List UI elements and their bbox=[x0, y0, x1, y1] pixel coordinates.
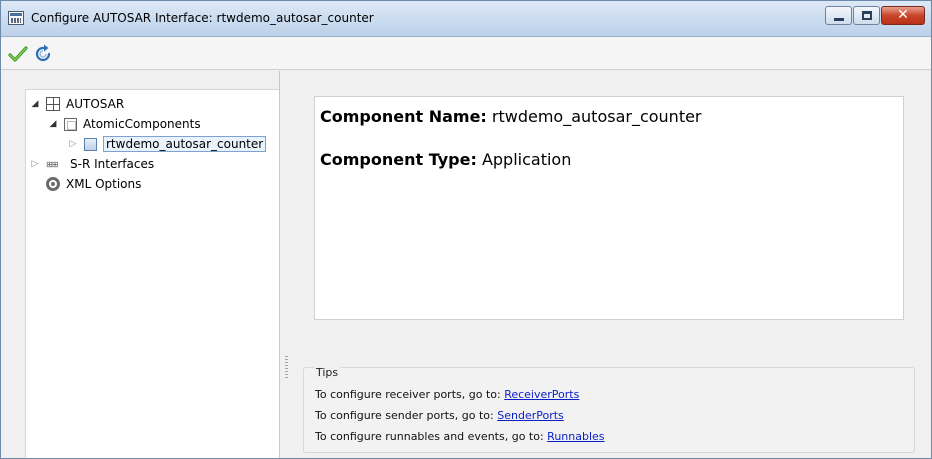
grid-icon bbox=[46, 97, 60, 111]
component-type-label: Component Type: bbox=[320, 150, 477, 169]
component-info-box: Component Name: rtwdemo_autosar_counter … bbox=[314, 96, 904, 320]
component-name-label: Component Name: bbox=[320, 107, 487, 126]
maximize-icon bbox=[862, 11, 872, 20]
component-name-row: Component Name: rtwdemo_autosar_counter bbox=[320, 107, 702, 126]
details-panel: Component Name: rtwdemo_autosar_counter … bbox=[281, 71, 931, 458]
tree-node-atomic-components[interactable]: ◢ AtomicComponents bbox=[48, 114, 201, 134]
interfaces-icon: ⊞⊞ bbox=[46, 159, 58, 169]
component-name-value: rtwdemo_autosar_counter bbox=[491, 107, 702, 126]
gear-icon bbox=[46, 177, 60, 191]
package-icon bbox=[64, 117, 77, 131]
collapsed-arrow-icon[interactable]: ▷ bbox=[30, 159, 40, 169]
tips-group: Tips To configure receiver ports, go to:… bbox=[303, 366, 915, 453]
tree-node-label: XML Options bbox=[66, 177, 142, 191]
component-icon bbox=[84, 137, 97, 151]
tree-node-component[interactable]: ▷ rtwdemo_autosar_counter bbox=[68, 134, 267, 154]
minimize-button[interactable] bbox=[825, 6, 852, 25]
minimize-icon bbox=[834, 18, 844, 21]
component-type-value: Application bbox=[481, 150, 572, 169]
title-bar[interactable]: Configure AUTOSAR Interface: rtwdemo_aut… bbox=[1, 1, 931, 37]
checkmark-icon bbox=[8, 46, 28, 62]
tree-node-autosar[interactable]: ◢ AUTOSAR bbox=[30, 94, 124, 114]
configure-autosar-window: Configure AUTOSAR Interface: rtwdemo_aut… bbox=[0, 0, 932, 459]
tree-node-label: rtwdemo_autosar_counter bbox=[103, 136, 267, 152]
tip-text: To configure sender ports, go to: bbox=[315, 409, 494, 422]
maximize-button[interactable] bbox=[853, 6, 880, 25]
tip-text: To configure runnables and events, go to… bbox=[315, 430, 544, 443]
apply-button[interactable] bbox=[7, 43, 29, 65]
refresh-icon bbox=[35, 44, 51, 62]
tip-sender-ports: To configure sender ports, go to: Sender… bbox=[315, 409, 564, 422]
window-controls: ✕ bbox=[824, 6, 925, 25]
tree-node-xml-options[interactable]: XML Options bbox=[40, 174, 141, 194]
expanded-arrow-icon[interactable]: ◢ bbox=[48, 119, 58, 129]
navigation-tree: ◢ AUTOSAR ◢ AtomicComponents ▷ rtwdemo_a… bbox=[25, 89, 279, 458]
tip-receiver-ports: To configure receiver ports, go to: Rece… bbox=[315, 388, 579, 401]
tree-node-label: S-R Interfaces bbox=[70, 157, 155, 171]
navigation-tree-panel: ◢ AUTOSAR ◢ AtomicComponents ▷ rtwdemo_a… bbox=[1, 71, 280, 458]
tip-runnables: To configure runnables and events, go to… bbox=[315, 430, 605, 443]
close-icon: ✕ bbox=[897, 7, 909, 23]
tips-title: Tips bbox=[314, 366, 341, 379]
window-title: Configure AUTOSAR Interface: rtwdemo_aut… bbox=[31, 11, 374, 25]
refresh-button[interactable] bbox=[32, 43, 54, 65]
tree-node-sr-interfaces[interactable]: ▷ ⊞⊞ S-R Interfaces bbox=[30, 154, 155, 174]
splitter-handle[interactable] bbox=[285, 356, 288, 380]
tree-node-label: AtomicComponents bbox=[83, 117, 201, 131]
runnables-link[interactable]: Runnables bbox=[547, 430, 604, 443]
tip-text: To configure receiver ports, go to: bbox=[315, 388, 501, 401]
close-button[interactable]: ✕ bbox=[881, 6, 925, 25]
component-type-row: Component Type: Application bbox=[320, 150, 571, 169]
receiver-ports-link[interactable]: ReceiverPorts bbox=[504, 388, 579, 401]
expanded-arrow-icon[interactable]: ◢ bbox=[30, 99, 40, 109]
toolbar bbox=[1, 38, 931, 70]
tree-node-label: AUTOSAR bbox=[66, 97, 125, 111]
collapsed-arrow-icon[interactable]: ▷ bbox=[68, 139, 78, 149]
sender-ports-link[interactable]: SenderPorts bbox=[497, 409, 564, 422]
app-window-icon bbox=[8, 11, 24, 25]
